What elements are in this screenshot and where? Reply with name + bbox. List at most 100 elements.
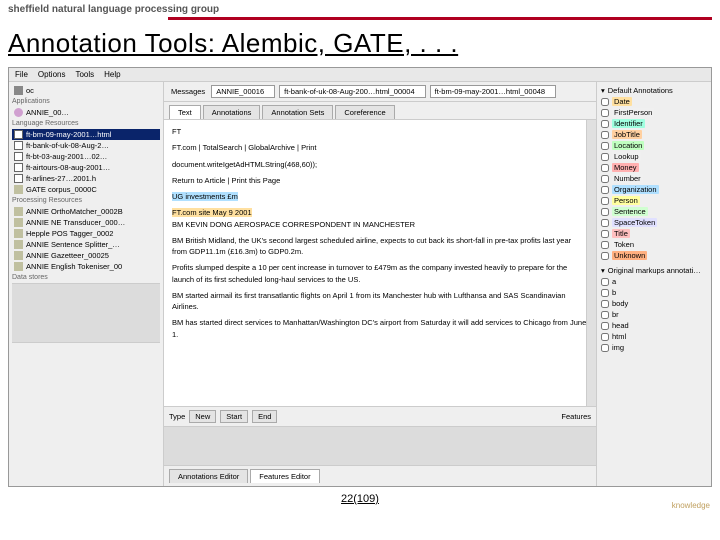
properties-area [12, 283, 160, 343]
tree-item[interactable]: ft-bm-09-may-2001…html [12, 129, 160, 140]
tree-item[interactable]: ft-bank-of-uk-08-Aug-2… [12, 140, 160, 151]
annotation-checkbox[interactable] [601, 98, 609, 106]
annotation-type-item[interactable]: Location [600, 140, 708, 151]
markup-item[interactable]: b [600, 287, 708, 298]
annotation-checkbox[interactable] [601, 197, 609, 205]
annotation-type-item[interactable]: Title [600, 228, 708, 239]
annotation-checkbox[interactable] [601, 120, 609, 128]
doc-line: Return to Article | Print this Page [172, 175, 588, 186]
annotation-checkbox[interactable] [601, 131, 609, 139]
annotation-type-item[interactable]: Money [600, 162, 708, 173]
annotation-type-item[interactable]: Date [600, 96, 708, 107]
menu-file[interactable]: File [15, 70, 28, 79]
markup-label: body [612, 299, 628, 308]
annotation-checkbox[interactable] [601, 175, 609, 183]
annotation-type-label: Sentence [612, 207, 648, 216]
annotation-checkbox[interactable] [601, 142, 609, 150]
tree-root[interactable]: oc [12, 85, 160, 96]
proc-icon [14, 207, 23, 216]
annotation-type-item[interactable]: FirstPerson [600, 107, 708, 118]
markup-item[interactable]: body [600, 298, 708, 309]
annotation-type-item[interactable]: Lookup [600, 151, 708, 162]
center-panel: Messages ANNIE_00016 ft-bank-of-uk-08-Au… [164, 82, 596, 486]
menu-options[interactable]: Options [38, 70, 66, 79]
tab-annotations-editor[interactable]: Annotations Editor [169, 469, 248, 483]
markup-item[interactable]: br [600, 309, 708, 320]
section-lang: Language Resources [12, 120, 160, 127]
scrollbar[interactable] [586, 120, 596, 406]
annotation-set-header[interactable]: ▾ Default Annotations [600, 85, 708, 96]
start-button[interactable]: Start [220, 410, 248, 423]
annotation-type-item[interactable]: Unknown [600, 250, 708, 261]
menu-help[interactable]: Help [104, 70, 120, 79]
annotation-type-item[interactable]: JobTitle [600, 129, 708, 140]
resource-tab[interactable]: ft-bm-09-may-2001…html_00048 [430, 85, 556, 98]
annotation-checkbox[interactable] [601, 153, 609, 161]
annotation-checkbox[interactable] [601, 208, 609, 216]
doc-icon [14, 141, 23, 150]
resource-tab[interactable]: ft-bank-of-uk-08-Aug-200…html_00004 [279, 85, 426, 98]
markup-checkbox[interactable] [601, 333, 609, 341]
annotation-type-item[interactable]: Identifier [600, 118, 708, 129]
features-label: Features [561, 412, 591, 421]
annotation-checkbox[interactable] [601, 186, 609, 194]
markup-checkbox[interactable] [601, 322, 609, 330]
markup-item[interactable]: img [600, 342, 708, 353]
markup-item[interactable]: head [600, 320, 708, 331]
tree-item[interactable]: ANNIE Sentence Splitter_… [12, 239, 160, 250]
doc-line: FT [172, 126, 588, 137]
menu-tools[interactable]: Tools [75, 70, 94, 79]
markup-item[interactable]: html [600, 331, 708, 342]
view-tabs: Text Annotations Annotation Sets Corefer… [164, 102, 596, 120]
annotation-checkbox[interactable] [601, 164, 609, 172]
markup-label: b [612, 288, 616, 297]
markup-checkbox[interactable] [601, 300, 609, 308]
document-text-area[interactable]: FT FT.com | TotalSearch | GlobalArchive … [164, 120, 596, 406]
tab-features-editor[interactable]: Features Editor [250, 469, 319, 483]
annotation-type-label: FirstPerson [612, 108, 654, 117]
annotation-type-label: Date [612, 97, 632, 106]
resource-selector-bar: Messages ANNIE_00016 ft-bank-of-uk-08-Au… [164, 82, 596, 102]
annotation-type-item[interactable]: Person [600, 195, 708, 206]
markup-checkbox[interactable] [601, 344, 609, 352]
annotation-type-label: Unknown [612, 251, 647, 260]
annotation-checkbox[interactable] [601, 241, 609, 249]
markup-checkbox[interactable] [601, 289, 609, 297]
corpus-icon [14, 185, 23, 194]
annotation-checkbox[interactable] [601, 219, 609, 227]
messages-label[interactable]: Messages [169, 87, 207, 96]
markup-checkbox[interactable] [601, 311, 609, 319]
resource-tab[interactable]: ANNIE_00016 [211, 85, 275, 98]
doc-line: BM started airmail its first transatlant… [172, 290, 588, 313]
markup-label: a [612, 277, 616, 286]
tree-item[interactable]: ANNIE OrthoMatcher_0002B [12, 206, 160, 217]
annotation-type-item[interactable]: Organization [600, 184, 708, 195]
tab-text[interactable]: Text [169, 105, 201, 119]
annotation-type-item[interactable]: SpaceToken [600, 217, 708, 228]
tree-item[interactable]: ft-arlines-27…2001.h [12, 173, 160, 184]
annotation-checkbox[interactable] [601, 109, 609, 117]
tab-annotation-sets[interactable]: Annotation Sets [262, 105, 333, 119]
annotation-type-item[interactable]: Sentence [600, 206, 708, 217]
annotation-checkbox[interactable] [601, 230, 609, 238]
tree-item[interactable]: GATE corpus_0000C [12, 184, 160, 195]
tree-item[interactable]: ANNIE Gazetteer_00025 [12, 250, 160, 261]
tab-annotations[interactable]: Annotations [203, 105, 261, 119]
tree-item[interactable]: ft-airtours-08-aug-2001… [12, 162, 160, 173]
tree-item[interactable]: ANNIE_00… [12, 107, 160, 118]
annotation-set-header[interactable]: ▾ Original markups annotati… [600, 265, 708, 276]
tab-coreference[interactable]: Coreference [335, 105, 394, 119]
markup-checkbox[interactable] [601, 278, 609, 286]
annotation-type-item[interactable]: Token [600, 239, 708, 250]
tree-item[interactable]: Hepple POS Tagger_0002 [12, 228, 160, 239]
tree-item[interactable]: ANNIE English Tokeniser_00 [12, 261, 160, 272]
proc-icon [14, 218, 23, 227]
new-button[interactable]: New [189, 410, 216, 423]
tree-item[interactable]: ft-bt-03-aug-2001…02… [12, 151, 160, 162]
markup-item[interactable]: a [600, 276, 708, 287]
tree-item[interactable]: ANNIE NE Transducer_000… [12, 217, 160, 228]
end-button[interactable]: End [252, 410, 277, 423]
annotation-checkbox[interactable] [601, 252, 609, 260]
proc-icon [14, 229, 23, 238]
annotation-type-item[interactable]: Number [600, 173, 708, 184]
